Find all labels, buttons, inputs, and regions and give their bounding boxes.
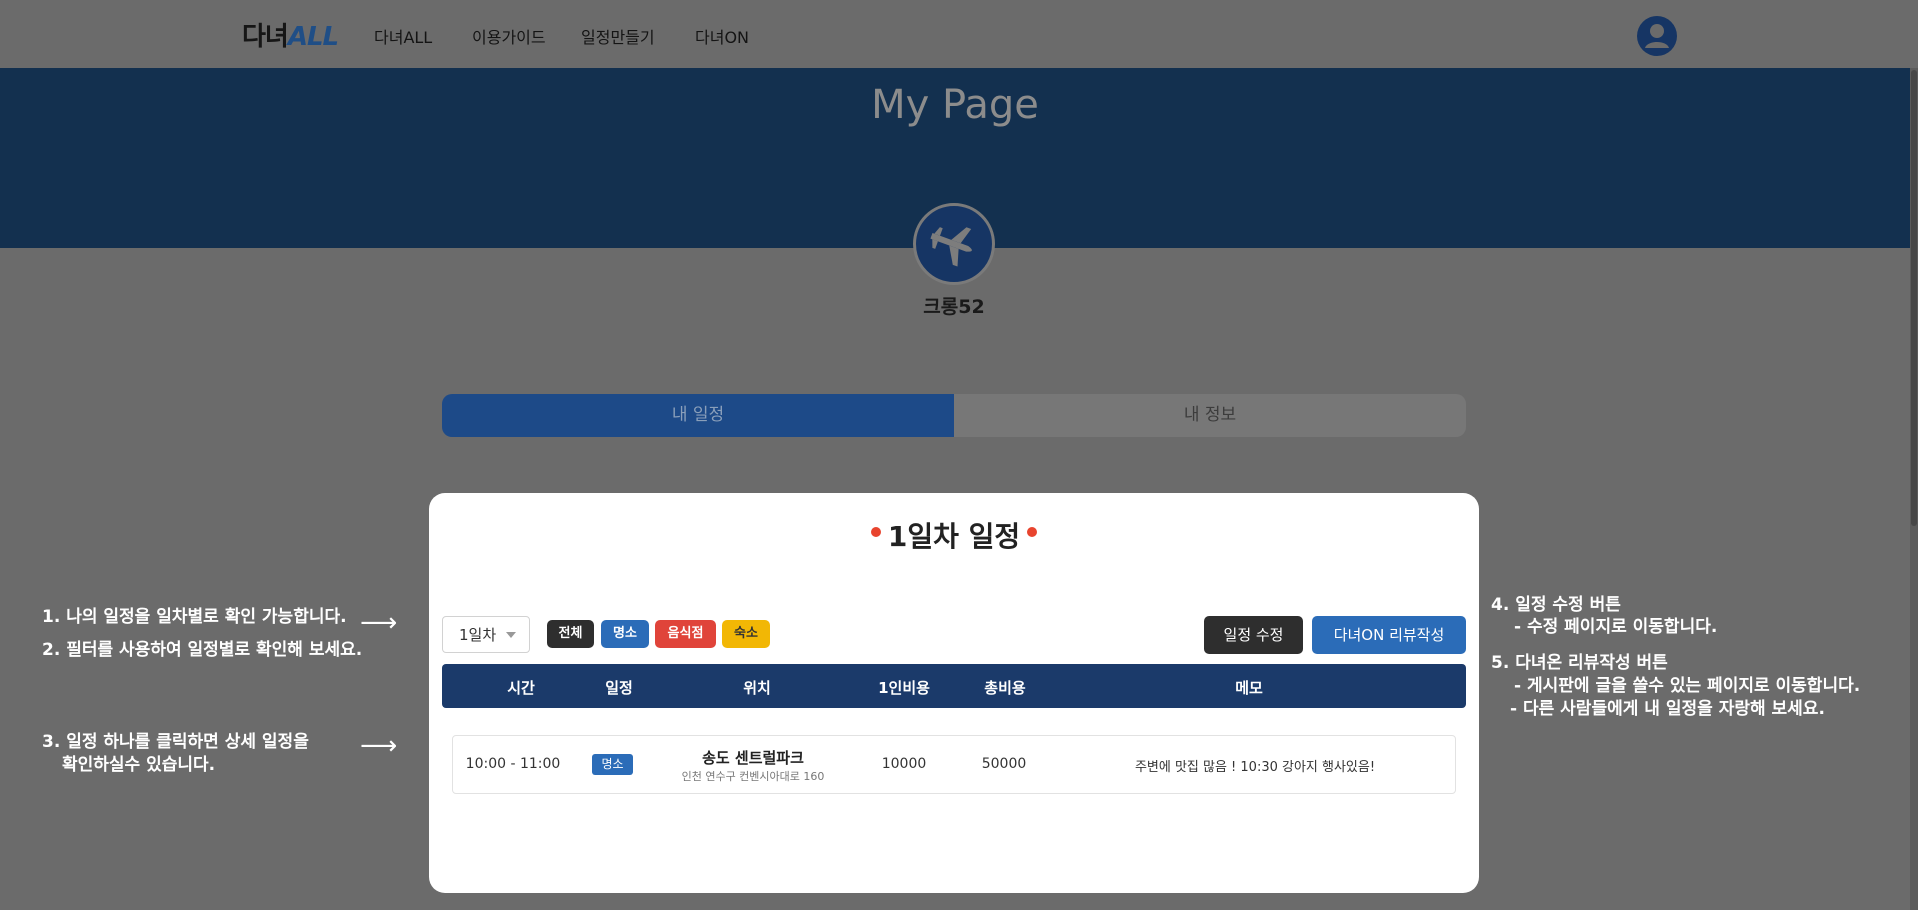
row-category-badge: 명소 <box>592 754 633 775</box>
day-select-value: 1일차 <box>459 626 497 644</box>
caret-down-icon <box>506 632 516 638</box>
nav-link-make-schedule[interactable]: 일정만들기 <box>581 24 655 48</box>
profile-name: 크롱52 <box>923 296 985 318</box>
guide-note-5-desc: - 게시판에 글을 쓸수 있는 페이지로 이동합니다. <box>1514 676 1861 696</box>
guide-note-2: 2. 필터를 사용하여 일정별로 확인해 보세요. <box>42 640 363 660</box>
title-dot-right <box>1027 527 1037 537</box>
scrollbar-thumb[interactable] <box>1911 70 1917 526</box>
column-header-location: 위치 <box>743 679 771 697</box>
nav-link-danyeoon[interactable]: 다녀ON <box>695 24 749 48</box>
guide-note-4: 4. 일정 수정 버튼 <box>1491 595 1621 615</box>
arrow-right-icon: ⟶ <box>360 608 398 638</box>
row-memo: 주변에 맛집 많음 ! 10:30 강아지 행사있음! <box>1134 760 1376 775</box>
logo-main-text: 다녀 <box>242 22 289 52</box>
filter-lodging-button[interactable]: 숙소 <box>722 620 770 648</box>
schedule-title: 1일차 일정 <box>887 520 1021 553</box>
site-logo[interactable]: 다녀ALL <box>242 16 339 53</box>
airplane-icon <box>930 227 972 267</box>
profile-image <box>913 203 995 285</box>
column-header-total-cost: 총비용 <box>984 679 1026 697</box>
write-review-button[interactable]: 다녀ON 리뷰작성 <box>1312 616 1466 654</box>
row-time: 10:00 - 11:00 <box>465 756 561 772</box>
edit-schedule-button[interactable]: 일정 수정 <box>1204 616 1303 654</box>
column-header-schedule: 일정 <box>605 679 633 697</box>
row-total-cost: 50000 <box>981 756 1027 772</box>
tab-my-schedule[interactable]: 내 일정 <box>442 394 954 437</box>
row-place-name: 송도 센트럴파크 <box>702 749 804 767</box>
filter-restaurant-button[interactable]: 음식점 <box>655 620 716 648</box>
page-title: My Page <box>871 82 1039 128</box>
guide-note-3-cont: 확인하실수 있습니다. <box>62 755 216 775</box>
tab-my-info[interactable]: 내 정보 <box>954 394 1466 437</box>
filter-attraction-button[interactable]: 명소 <box>601 620 649 648</box>
user-icon <box>1645 24 1669 48</box>
guide-note-5: 5. 다녀온 리뷰작성 버튼 <box>1491 653 1668 673</box>
guide-note-5-desc2: - 다른 사람들에게 내 일정을 자랑해 보세요. <box>1510 699 1825 719</box>
guide-note-3: 3. 일정 하나를 클릭하면 상세 일정을 <box>42 732 309 752</box>
logo-accent-text: ALL <box>287 22 339 52</box>
filter-all-button[interactable]: 전체 <box>547 620 594 648</box>
guide-note-4-desc: - 수정 페이지로 이동합니다. <box>1514 617 1718 637</box>
guide-note-1: 1. 나의 일정을 일차별로 확인 가능합니다. <box>42 607 347 627</box>
row-place-address: 인천 연수구 컨벤시아대로 160 <box>681 770 825 783</box>
user-avatar-button[interactable] <box>1637 16 1677 56</box>
column-header-per-person-cost: 1인비용 <box>878 679 930 697</box>
row-per-person-cost: 10000 <box>881 756 927 772</box>
arrow-right-icon: ⟶ <box>360 731 398 761</box>
nav-link-danyeoall[interactable]: 다녀ALL <box>374 24 432 48</box>
nav-link-guide[interactable]: 이용가이드 <box>472 24 546 48</box>
column-header-memo: 메모 <box>1235 679 1263 697</box>
column-header-time: 시간 <box>507 679 535 697</box>
